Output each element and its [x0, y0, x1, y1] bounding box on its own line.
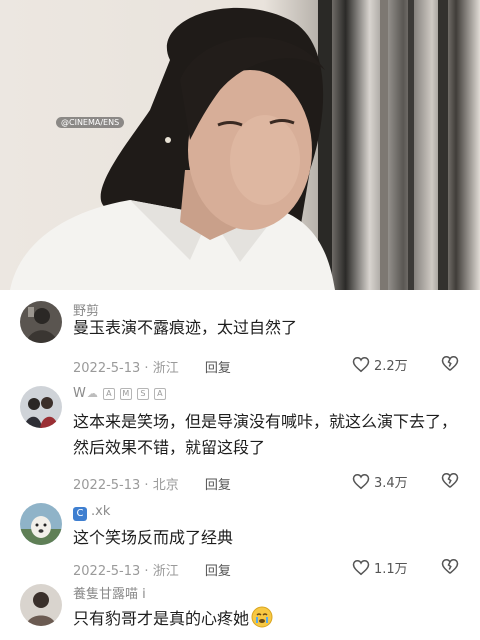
heart-outline-icon: [352, 559, 370, 576]
like-count: 2.2万: [374, 359, 408, 374]
like-count: 3.4万: [374, 476, 408, 491]
avatar[interactable]: [20, 503, 62, 545]
like-count: 1.1万: [374, 562, 408, 577]
comment-item: 養隻甘露喵 i 只有豹哥才是真的心疼她: [0, 580, 480, 640]
video-player[interactable]: @CINEMA/ENS: [0, 0, 480, 290]
user-badge: S: [136, 388, 149, 400]
reply-button[interactable]: 回复: [205, 478, 231, 493]
broken-heart-icon: [441, 558, 459, 574]
heart-outline-icon: [352, 473, 370, 490]
like-button[interactable]: 2.2万: [352, 355, 408, 374]
avatar[interactable]: [20, 584, 62, 626]
comment-date: 2022-5-13: [73, 564, 141, 579]
crying-face-emoji: [251, 606, 273, 636]
dislike-button[interactable]: [441, 355, 459, 376]
comment-item: 野剪 曼玉表演不露痕迹，太过自然了 2022-5-13 · 浙江 回复 2.2万: [0, 298, 480, 380]
comment-username[interactable]: 養隻甘露喵 i: [73, 583, 146, 602]
user-badge: M: [119, 388, 132, 400]
comment-meta: 2022-5-13 · 浙江 回复: [73, 564, 231, 579]
comment-meta: 2022-5-13 · 浙江 回复: [73, 361, 231, 376]
reply-button[interactable]: 回复: [205, 564, 231, 579]
comment-location: 浙江: [152, 564, 179, 579]
heart-outline-icon: [352, 356, 370, 373]
broken-heart-icon: [441, 355, 459, 371]
dislike-button[interactable]: [441, 558, 459, 579]
like-button[interactable]: 3.4万: [352, 472, 408, 491]
comment-text: 这个笑场反而成了经典: [73, 528, 234, 547]
video-watermark: @CINEMA/ENS: [56, 117, 125, 128]
user-badge: A: [102, 388, 115, 400]
comment-text: 这本来是笑场，但是导演没有喊咔，就这么演下去了，然后效果不错，就留这段了: [73, 412, 458, 457]
app-badge-icon: C: [73, 507, 87, 521]
reply-button[interactable]: 回复: [205, 361, 231, 376]
comment-date: 2022-5-13: [73, 478, 141, 493]
comment-item: W☁ A M S A 这本来是笑场，但是导演没有喊咔，就这么演下去了，然后效果不错，就留…: [0, 383, 480, 498]
broken-heart-icon: [441, 472, 459, 488]
comment-location: 北京: [152, 478, 179, 493]
avatar[interactable]: [20, 386, 62, 428]
comment-date: 2022-5-13: [73, 361, 141, 376]
comment-location: 浙江: [152, 361, 179, 376]
comment-meta: 2022-5-13 · 北京 回复: [73, 478, 231, 493]
comment-text: 曼玉表演不露痕迹，太过自然了: [73, 318, 298, 337]
like-button[interactable]: 1.1万: [352, 558, 408, 577]
comment-text: 只有豹哥才是真的心疼她: [73, 606, 468, 636]
user-badge: A: [153, 388, 166, 400]
cloud-icon: ☁: [86, 387, 98, 400]
dislike-button[interactable]: [441, 472, 459, 493]
comment-username[interactable]: C .xk: [73, 504, 110, 521]
video-frame-image: [10, 0, 448, 290]
comment-username[interactable]: W☁ A M S A: [73, 386, 166, 401]
avatar[interactable]: [20, 301, 62, 343]
comment-item: C .xk 这个笑场反而成了经典 2022-5-13 · 浙江 回复 1.1万: [0, 500, 480, 580]
